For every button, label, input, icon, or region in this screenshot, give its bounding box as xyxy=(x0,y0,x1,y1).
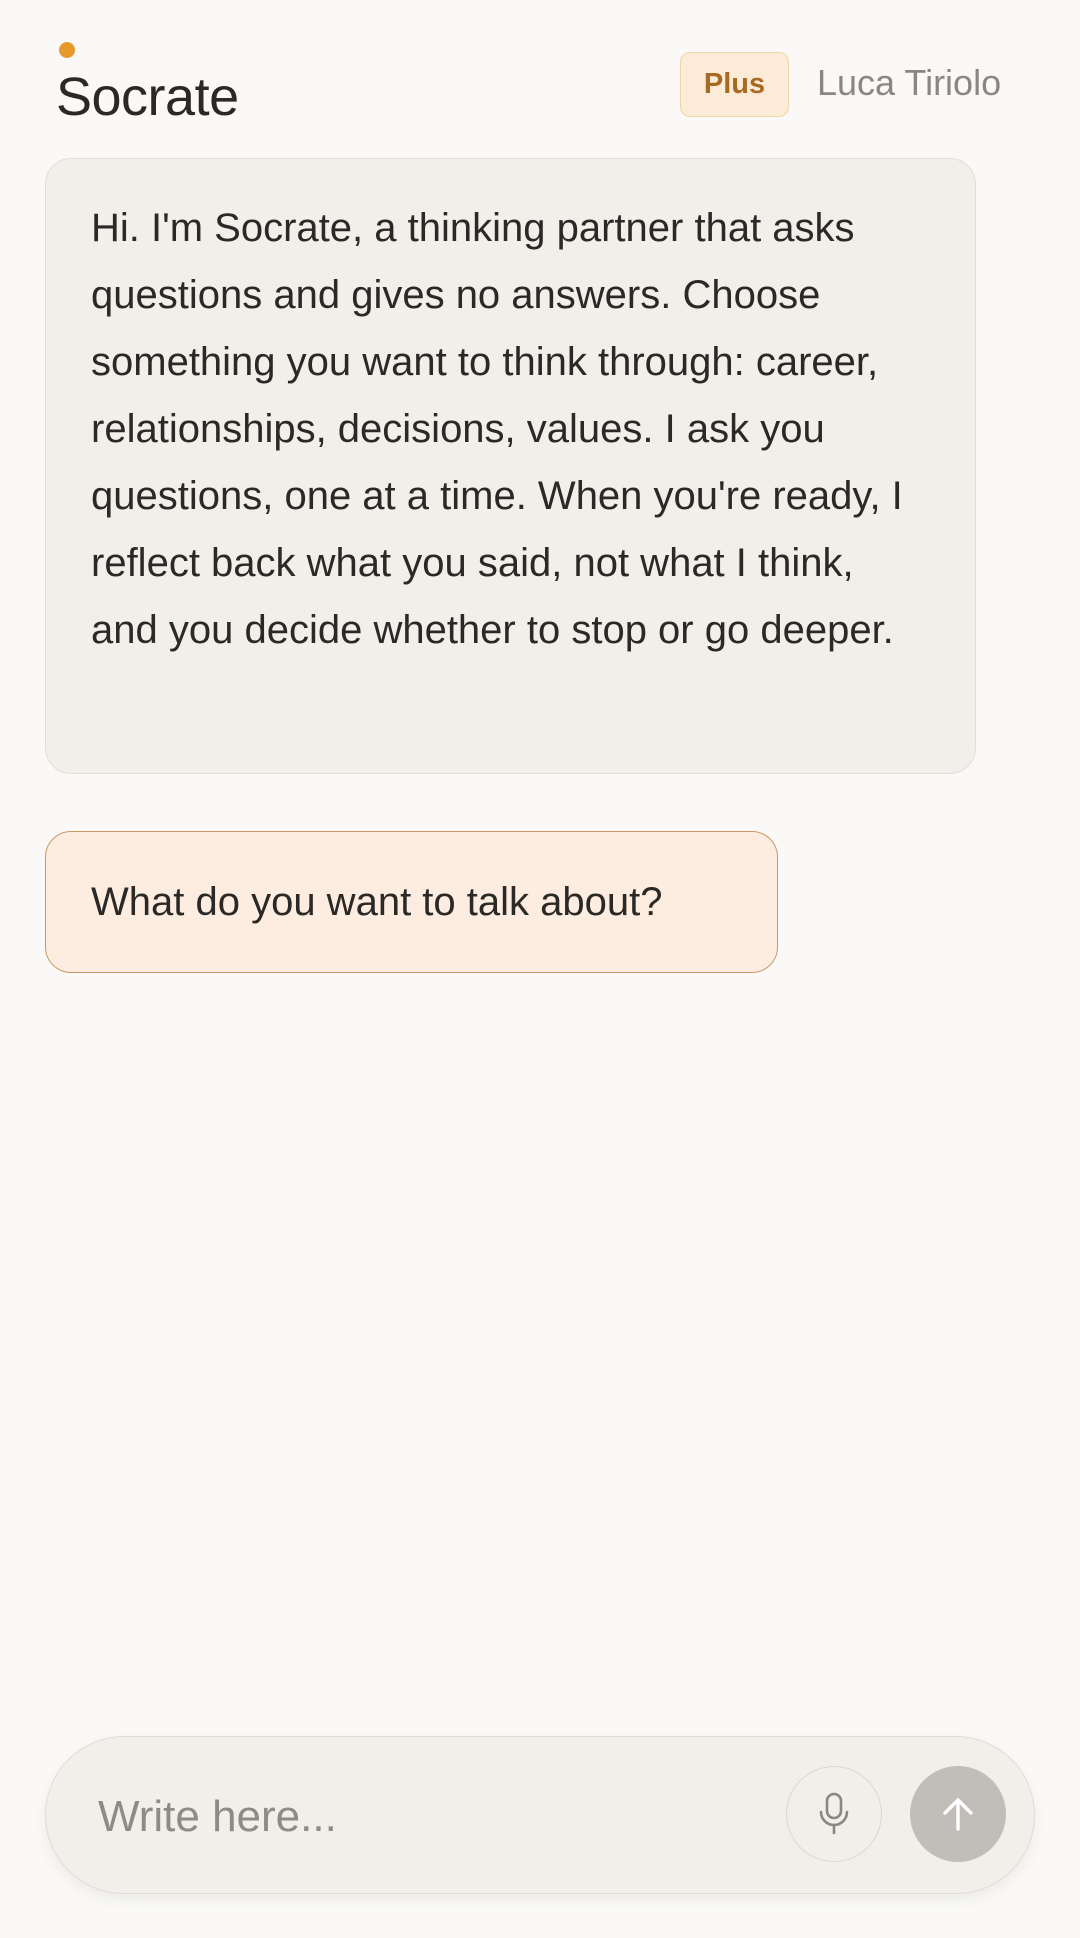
message-input[interactable] xyxy=(98,1782,758,1852)
question-message: What do you want to talk about? xyxy=(45,831,778,973)
arrow-up-icon xyxy=(943,1798,973,1831)
microphone-button[interactable] xyxy=(786,1766,882,1862)
microphone-icon xyxy=(819,1792,849,1835)
brand-dot-icon xyxy=(59,42,75,58)
header: Socrate Plus Luca Tiriolo xyxy=(0,0,1080,150)
user-name[interactable]: Luca Tiriolo xyxy=(817,62,1001,104)
plan-badge[interactable]: Plus xyxy=(680,52,789,117)
app-title: Socrate xyxy=(56,67,239,127)
chat-screen: Socrate Plus Luca Tiriolo Hi. I'm Socrat… xyxy=(0,0,1080,1938)
assistant-message: Hi. I'm Socrate, a thinking partner that… xyxy=(45,158,976,774)
send-button[interactable] xyxy=(910,1766,1006,1862)
composer xyxy=(45,1736,1035,1894)
